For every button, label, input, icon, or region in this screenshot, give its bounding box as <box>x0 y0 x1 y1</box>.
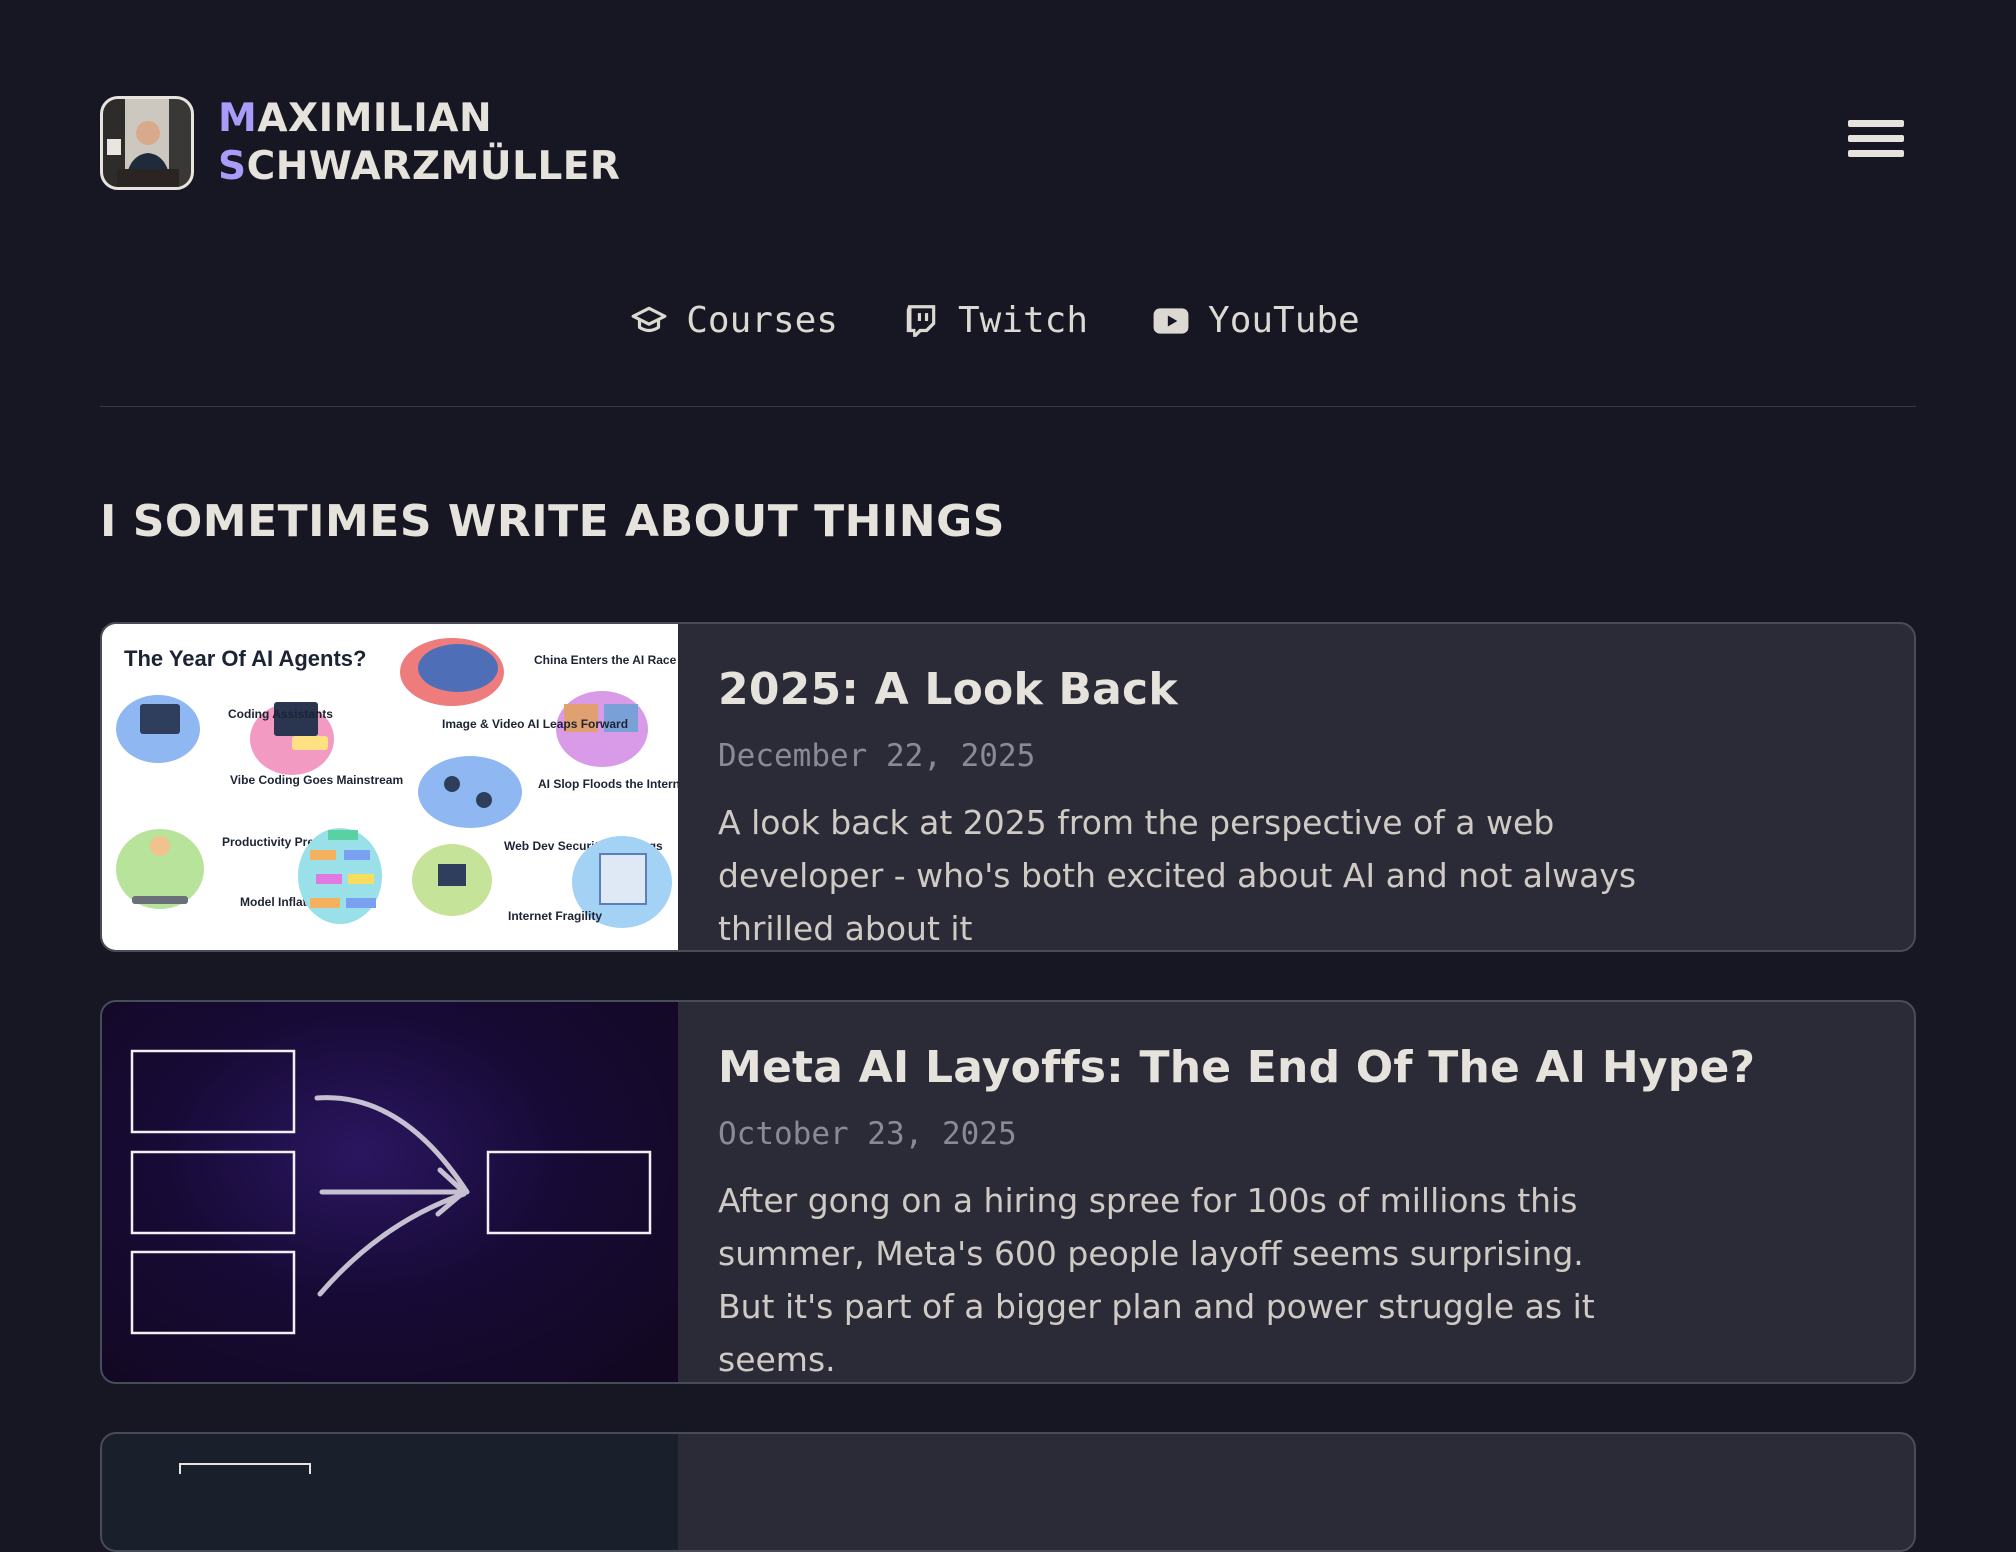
thumb-label: Image & Video AI Leaps Forward <box>442 717 628 731</box>
nav-youtube[interactable]: YouTube <box>1152 300 1360 341</box>
name-first: AXIMILIAN <box>257 96 493 141</box>
thumb-label: Vibe Coding Goes Mainstream <box>230 773 403 787</box>
thumb-heading: The Year Of AI Agents? <box>124 646 366 671</box>
name-initial-last: S <box>218 144 247 189</box>
post-date: October 23, 2025 <box>718 1116 1017 1152</box>
name-last: CHWARZMÜLLER <box>246 144 621 189</box>
site-header: MAXIMILIAN SCHWARZMÜLLER <box>100 95 620 191</box>
thumb-label: China Enters the AI Race <box>534 653 677 667</box>
header-divider <box>100 406 1916 407</box>
main-nav: Courses Twitch YouTube <box>0 300 2016 341</box>
post-description: After gong on a hiring spree for 100s of… <box>718 1181 1595 1379</box>
site-name[interactable]: MAXIMILIAN SCHWARZMÜLLER <box>218 95 620 191</box>
nav-twitch-label: Twitch <box>957 300 1089 341</box>
post-thumbnail <box>102 1434 678 1550</box>
post-body: 2025: A Look Back December 22, 2025 A lo… <box>678 624 1758 950</box>
youtube-icon <box>1153 307 1189 334</box>
hamburger-menu-icon[interactable] <box>1848 120 1904 166</box>
graduation-cap-icon <box>631 306 667 332</box>
post-title[interactable]: Meta AI Layoffs: The End Of The AI Hype? <box>718 1040 1755 1096</box>
twitch-icon <box>906 304 936 337</box>
section-title: I SOMETIMES WRITE ABOUT THINGS <box>100 496 1005 547</box>
thumb-label: Internet Fragility <box>508 909 602 923</box>
post-description: A look back at 2025 from the perspective… <box>718 803 1637 948</box>
post-card[interactable]: Meta AI Layoffs: The End Of The AI Hype?… <box>100 1000 1916 1384</box>
nav-youtube-label: YouTube <box>1208 300 1360 341</box>
post-thumbnail: The Year Of AI Agents? Coding Assistants… <box>102 624 691 950</box>
thumb-label: Coding Assistants <box>228 707 333 721</box>
name-initial-first: M <box>218 96 258 141</box>
post-card[interactable]: The Year Of AI Agents? Coding Assistants… <box>100 622 1916 952</box>
post-body: Meta AI Layoffs: The End Of The AI Hype?… <box>678 1002 1795 1382</box>
post-body <box>678 1434 758 1550</box>
avatar[interactable] <box>100 96 194 190</box>
post-date: December 22, 2025 <box>718 738 1036 774</box>
nav-courses[interactable]: Courses <box>630 300 838 341</box>
nav-twitch[interactable]: Twitch <box>902 300 1088 341</box>
post-thumbnail <box>102 1002 678 1382</box>
post-title[interactable]: 2025: A Look Back <box>718 662 1718 718</box>
thumb-label: AI Slop Floods the Internet <box>538 777 678 791</box>
nav-courses-label: Courses <box>686 300 838 341</box>
post-card[interactable] <box>100 1432 1916 1552</box>
